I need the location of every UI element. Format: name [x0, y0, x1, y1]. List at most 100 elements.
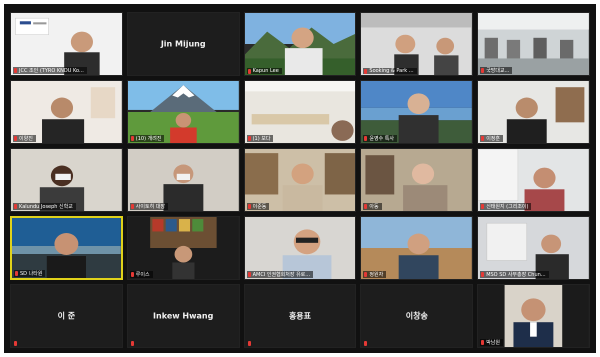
participant-tile[interactable]: Kapun Lee: [243, 12, 357, 76]
mic-muted-icon: [14, 68, 17, 73]
video-feed: [12, 218, 121, 278]
video-feed: [244, 217, 356, 279]
participant-name-label: 아동: [363, 203, 382, 210]
mic-muted-icon: [247, 136, 251, 141]
participant-name-display: Inkew Hwang: [153, 311, 214, 321]
participant-name-label: 정원자: [363, 271, 387, 278]
participant-name-label: [363, 341, 370, 346]
mic-muted-icon: [130, 341, 134, 346]
mic-muted-icon: [14, 341, 17, 346]
mic-muted-icon: [481, 68, 485, 73]
video-feed: [478, 81, 589, 143]
participant-tile[interactable]: JCC 조인 (TYRO KNDU Ko...: [10, 12, 123, 76]
video-feed: [361, 81, 473, 143]
participant-name-label: JCC 조인 (TYRO KNDU Ko...: [13, 67, 87, 74]
participant-name-label: 이정훈: [480, 135, 503, 142]
participant-name-display: 홍용표: [288, 311, 312, 321]
participant-name-display: 이 준: [57, 311, 76, 321]
participant-tile[interactable]: MSO SD 사무총장 Chun...: [477, 216, 590, 280]
mic-muted-icon: [364, 68, 368, 74]
mic-muted-icon: [130, 272, 134, 277]
video-feed: [11, 13, 122, 75]
participant-tile[interactable]: 이창송: [360, 284, 474, 348]
video-feed: [244, 149, 356, 211]
participant-tile[interactable]: (1) 보다: [243, 80, 357, 144]
participant-name-label: 루이스: [129, 271, 153, 278]
participant-grid: JCC 조인 (TYRO KNDU Ko... Jin Mijung Kapun…: [10, 12, 590, 348]
participant-tile[interactable]: Kalundu Joseph 신학교: [10, 148, 123, 212]
mic-muted-icon: [247, 341, 251, 346]
participant-tile[interactable]: 이정훈: [477, 80, 590, 144]
participant-tile[interactable]: Sooking & Park ...: [360, 12, 474, 76]
participant-tile[interactable]: 국방대교...: [477, 12, 590, 76]
video-feed: [478, 149, 589, 211]
participant-tile[interactable]: 신태원지 (그리조이): [477, 148, 590, 212]
mic-muted-icon: [130, 136, 134, 141]
video-feed: [127, 149, 239, 211]
participant-name-label: Kapun Lee: [246, 68, 282, 74]
participant-name-label: [13, 341, 20, 346]
video-feed: [478, 217, 589, 279]
participant-tile[interactable]: 이양진: [10, 80, 123, 144]
mic-muted-icon: [364, 204, 368, 209]
participant-name-label: 신태원지 (그리조이): [480, 203, 532, 210]
participant-name-display: 이창송: [405, 311, 428, 321]
video-feed: [478, 13, 589, 75]
mic-muted-icon: [15, 271, 18, 276]
mic-muted-icon: [481, 340, 485, 345]
mic-muted-icon: [247, 68, 251, 74]
participant-tile[interactable]: 아동: [360, 148, 474, 212]
participant-name-label: Kalundu Joseph 신학교: [13, 203, 76, 210]
mic-muted-icon: [130, 204, 134, 209]
participant-name-label: Sooking & Park ...: [363, 68, 417, 74]
video-feed: [361, 13, 473, 75]
participant-tile[interactable]: Jin Mijung: [126, 12, 240, 76]
participant-tile[interactable]: 사이토히 대장: [126, 148, 240, 212]
video-feed: [244, 81, 356, 143]
participant-name-label: 박남원: [480, 339, 503, 346]
video-conference-window: JCC 조인 (TYRO KNDU Ko... Jin Mijung Kapun…: [4, 4, 596, 353]
participant-tile[interactable]: 홍용표: [243, 284, 357, 348]
mic-muted-icon: [247, 204, 251, 209]
participant-name-label: 이양진: [13, 135, 36, 142]
mic-muted-icon: [247, 272, 251, 277]
participant-tile-active-speaker[interactable]: SD 나타원: [10, 216, 123, 280]
video-feed: [361, 149, 473, 211]
mic-muted-icon: [481, 136, 485, 141]
mic-muted-icon: [14, 204, 17, 209]
mic-muted-icon: [481, 204, 485, 209]
video-feed: [127, 217, 239, 279]
mic-muted-icon: [364, 341, 368, 346]
participant-tile[interactable]: 박남원: [477, 284, 590, 348]
participant-name-label: 사이토히 대장: [129, 203, 168, 210]
participant-tile[interactable]: (10) 개려진: [126, 80, 240, 144]
participant-tile[interactable]: AMCI 인권협회처장 유로...: [243, 216, 357, 280]
video-feed: [11, 149, 122, 211]
participant-name-label: SD 나타원: [14, 270, 46, 277]
video-feed: [244, 13, 356, 75]
mic-muted-icon: [364, 136, 368, 141]
participant-name-label: AMCI 인권협회처장 유로...: [246, 271, 314, 278]
video-feed: [361, 217, 473, 279]
participant-name-label: 윤영수 특사: [363, 135, 397, 142]
video-feed: [478, 285, 589, 347]
participant-tile[interactable]: 윤영수 특사: [360, 80, 474, 144]
participant-tile[interactable]: Inkew Hwang: [126, 284, 240, 348]
participant-name-label: [247, 341, 254, 346]
video-feed: [127, 81, 239, 143]
mic-muted-icon: [364, 272, 368, 277]
participant-name-label: MSO SD 사무총장 Chun...: [480, 271, 549, 278]
participant-name-label: 이준동: [246, 203, 270, 210]
participant-name-label: 국방대교...: [480, 67, 513, 74]
participant-name-label: (1) 보다: [246, 135, 274, 142]
participant-name-label: (10) 개려진: [129, 135, 165, 142]
mic-muted-icon: [14, 136, 17, 141]
participant-name-display: Jin Mijung: [160, 39, 206, 49]
mic-muted-icon: [481, 272, 485, 277]
participant-tile[interactable]: 정원자: [360, 216, 474, 280]
participant-tile[interactable]: 이 준: [10, 284, 123, 348]
participant-tile[interactable]: 루이스: [126, 216, 240, 280]
participant-tile[interactable]: 이준동: [243, 148, 357, 212]
video-feed: [11, 81, 122, 143]
participant-name-label: [130, 341, 137, 346]
